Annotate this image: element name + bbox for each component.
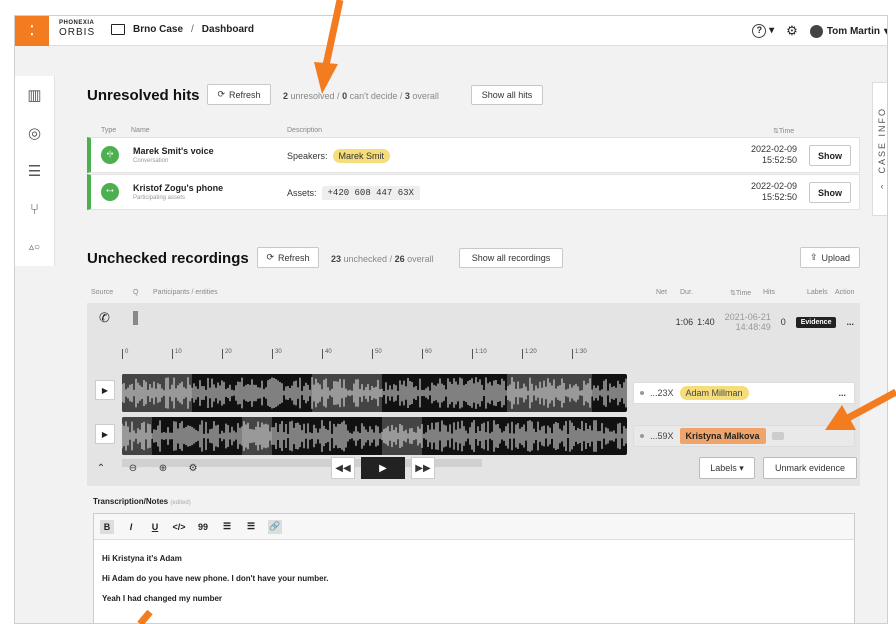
annotation-arrows (137, 0, 896, 624)
